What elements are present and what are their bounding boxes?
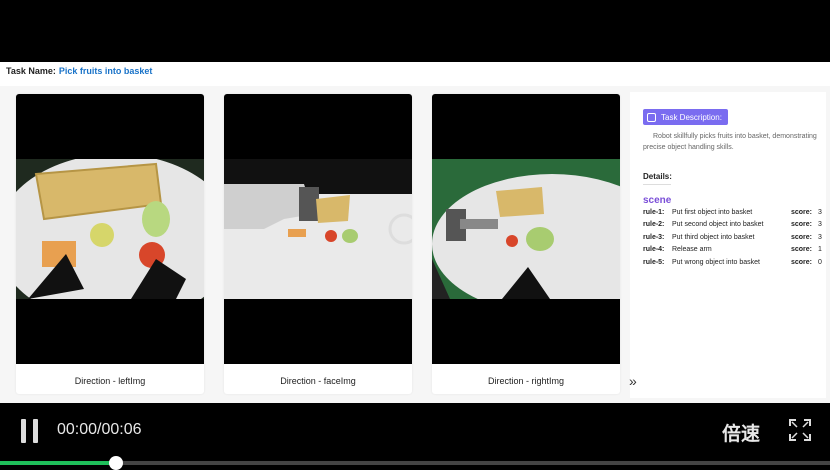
content-area: Task Name: Pick fruits into basket Direct… [0, 62, 830, 403]
score-value: 0 [818, 258, 822, 266]
task-name-label: Task Name: [6, 66, 56, 76]
progress-track[interactable] [0, 461, 830, 465]
rule-text: Put second object into basket [672, 221, 764, 229]
fullscreen-icon[interactable] [789, 419, 811, 441]
task-details-panel: Task Description: Robot skillfully picks… [630, 92, 826, 398]
next-arrow-icon[interactable]: » [629, 373, 637, 389]
score-label: score: [791, 221, 813, 229]
task-description-button[interactable]: Task Description: [643, 109, 728, 125]
right-camera-image [432, 159, 620, 299]
robot-icon [647, 112, 656, 122]
rule-row: rule-5: Put wrong object into basket sco… [643, 259, 823, 271]
camera-label-right: Direction - rightImg [487, 376, 565, 386]
task-name-value: Pick fruits into basket [58, 66, 153, 76]
rule-id: rule-5: [643, 258, 665, 266]
score-value: 3 [818, 233, 822, 241]
score-value: 1 [818, 246, 822, 254]
camera-card-face[interactable]: Direction - faceImg [224, 94, 412, 394]
score-label: score: [791, 233, 813, 241]
camera-card-right[interactable]: Direction - rightImg [432, 94, 620, 394]
camera-card-left[interactable]: Direction - leftImg [16, 94, 204, 394]
rule-text: Put first object into basket [672, 209, 753, 216]
camera-frame-right [432, 94, 620, 364]
progress-handle[interactable] [109, 456, 124, 470]
scene-title: scene [643, 195, 672, 206]
rule-row: rule-4: Release arm score: 1 [643, 246, 823, 258]
task-name: Task Name: Pick fruits into basket [6, 66, 152, 76]
rule-text: Put third object into basket [672, 233, 755, 241]
rule-id: rule-4: [643, 246, 665, 254]
score-label: score: [791, 246, 813, 254]
rule-id: rule-1: [643, 209, 665, 216]
task-description-label: Task Description: [661, 112, 722, 122]
face-camera-image [224, 159, 412, 299]
camera-frame-face [224, 94, 412, 364]
camera-label-face: Direction - faceImg [280, 376, 356, 386]
pause-icon[interactable] [20, 419, 40, 443]
details-heading: Details: [643, 172, 672, 181]
rule-id: rule-2: [643, 221, 665, 229]
rule-row: rule-3: Put third object into basket sco… [643, 234, 823, 246]
rule-row: rule-2: Put second object into basket sc… [643, 221, 823, 233]
left-camera-image [16, 159, 204, 299]
score-label: score: [791, 209, 813, 216]
camera-label-left: Direction - leftImg [74, 376, 146, 386]
rule-text: Release arm [672, 246, 712, 254]
task-description-text: Robot skillfully picks fruits into baske… [643, 133, 817, 151]
rule-row: rule-1: Put first object into basket sco… [643, 209, 823, 221]
score-value: 3 [818, 209, 822, 216]
playback-time: 00:00/00:06 [57, 421, 142, 438]
camera-frame-left [16, 94, 204, 364]
rule-id: rule-3: [643, 233, 665, 241]
speed-button[interactable]: 倍速 [722, 419, 760, 446]
video-top-bar [0, 0, 830, 62]
rule-text: Put wrong object into basket [672, 258, 760, 266]
score-label: score: [791, 258, 813, 266]
score-value: 3 [818, 221, 822, 229]
video-player-controls: 00:00/00:06 倍速 [0, 403, 830, 470]
progress-fill [0, 461, 117, 465]
details-divider [643, 184, 671, 185]
rules-list: rule-1: Put first object into basket sco… [643, 209, 823, 271]
